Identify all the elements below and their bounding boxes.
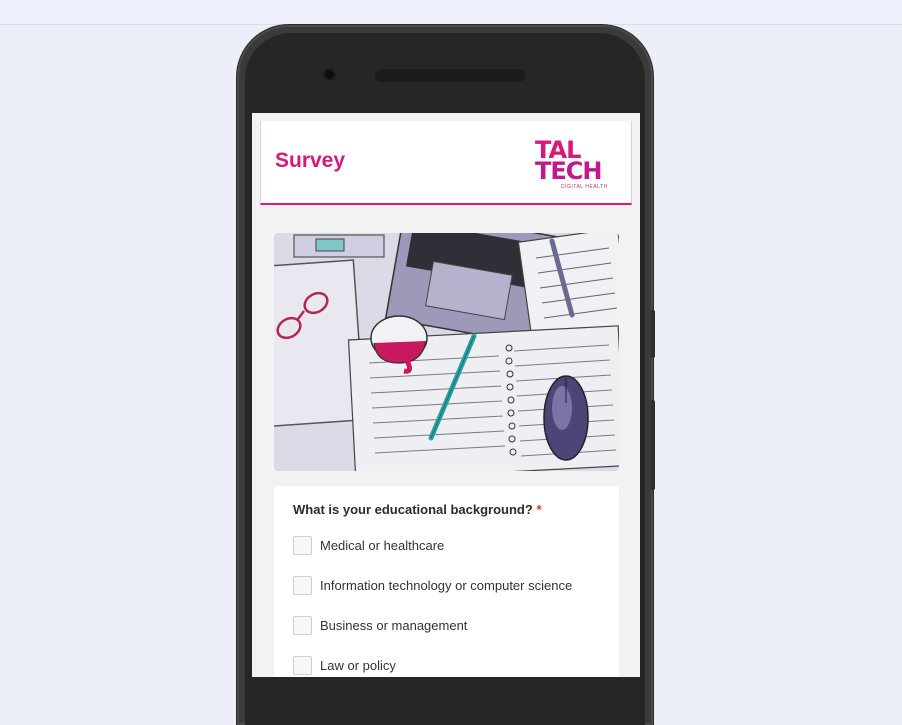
option-label: Business or management [320, 617, 468, 633]
option-medical[interactable]: Medical or healthcare [293, 535, 444, 555]
form-header: Survey TAL TECH DIGITAL HEALTH [260, 121, 632, 205]
phone-screen[interactable]: Survey TAL TECH DIGITAL HEALTH What is y… [252, 113, 640, 677]
option-label: Law or policy [320, 657, 396, 673]
question-label: What is your educational background? * [293, 502, 542, 517]
page-title: Survey [275, 149, 346, 172]
question-text: What is your educational background? [293, 502, 533, 517]
option-business[interactable]: Business or management [293, 615, 467, 635]
hero-image [274, 233, 619, 471]
option-label: Medical or healthcare [320, 537, 445, 553]
option-law[interactable]: Law or policy [293, 655, 396, 675]
front-camera-icon [325, 70, 334, 79]
phone-side-button [651, 310, 655, 358]
browser-top-bar [0, 0, 902, 25]
option-label: Information technology or computer scien… [320, 577, 573, 593]
logo-line2: TECH [535, 157, 602, 185]
checkbox[interactable] [293, 615, 312, 635]
earpiece-speaker [375, 69, 525, 82]
desk-illustration [274, 233, 619, 471]
logo-subtitle: DIGITAL HEALTH [561, 184, 608, 190]
taltech-logo: TAL TECH DIGITAL HEALTH [531, 135, 617, 195]
checkbox[interactable] [293, 575, 312, 595]
phone-volume-button [651, 400, 655, 490]
required-marker: * [536, 502, 542, 517]
option-information-technology[interactable]: Information technology or computer scien… [293, 575, 572, 595]
checkbox[interactable] [293, 655, 312, 675]
question-card: What is your educational background? * M… [274, 486, 619, 677]
checkbox[interactable] [293, 535, 312, 555]
